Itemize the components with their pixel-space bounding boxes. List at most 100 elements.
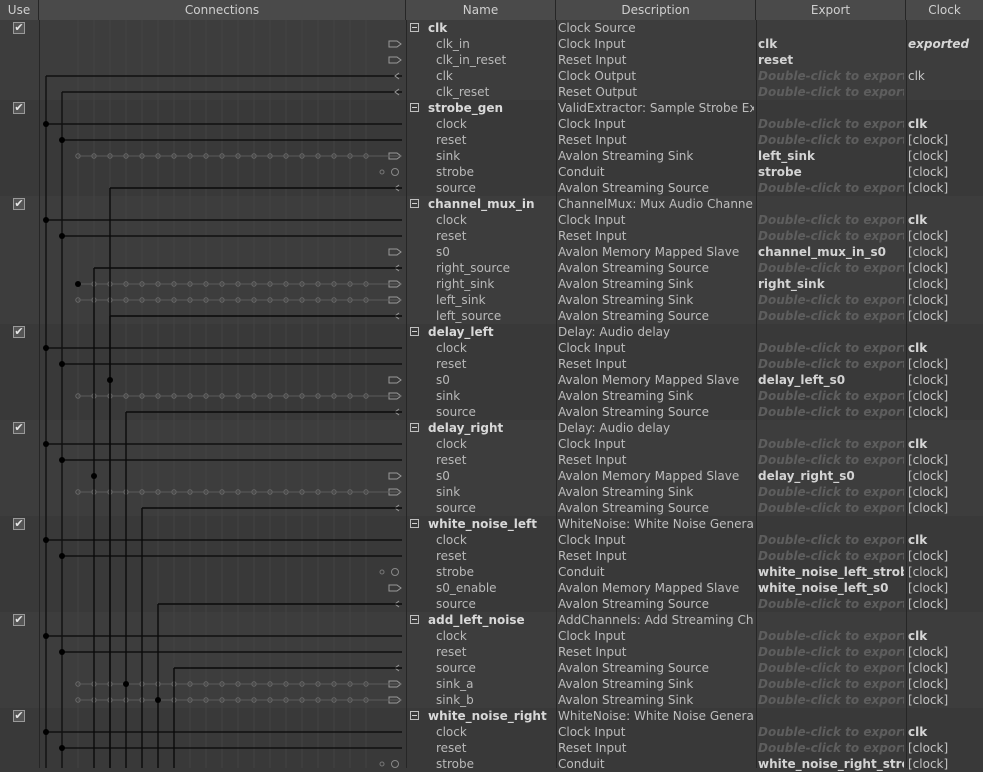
clock-cell[interactable]: clk	[908, 532, 983, 548]
interface-name[interactable]: reset	[410, 548, 554, 564]
export-cell[interactable]: Double-click to export	[758, 484, 904, 500]
export-cell[interactable]: Double-click to export	[758, 532, 904, 548]
use-checkbox[interactable]: ✔	[13, 614, 25, 626]
clock-cell[interactable]: exported	[908, 36, 983, 52]
column-header-clock[interactable]: Clock	[906, 0, 983, 20]
use-checkbox[interactable]: ✔	[13, 710, 25, 722]
clock-cell[interactable]: [clock]	[908, 692, 983, 708]
interface-name[interactable]: s0_enable	[410, 580, 554, 596]
export-cell[interactable]: Double-click to export	[758, 724, 904, 740]
interface-name[interactable]: sink_b	[410, 692, 554, 708]
clock-cell[interactable]: [clock]	[908, 228, 983, 244]
interface-name[interactable]: clock	[410, 116, 554, 132]
clock-cell[interactable]: clk	[908, 436, 983, 452]
clock-cell[interactable]: clk	[908, 68, 983, 84]
interface-name[interactable]: strobe	[410, 756, 554, 772]
clock-cell[interactable]: [clock]	[908, 132, 983, 148]
export-cell[interactable]: delay_right_s0	[758, 468, 904, 484]
clock-cell[interactable]	[908, 196, 983, 212]
export-cell[interactable]: Double-click to export	[758, 308, 904, 324]
export-cell[interactable]: Double-click to export	[758, 356, 904, 372]
use-checkbox[interactable]: ✔	[13, 422, 25, 434]
clock-cell[interactable]: [clock]	[908, 500, 983, 516]
export-cell[interactable]: Double-click to export	[758, 628, 904, 644]
use-checkbox[interactable]: ✔	[13, 518, 25, 530]
export-cell[interactable]: Double-click to export	[758, 340, 904, 356]
clock-cell[interactable]: [clock]	[908, 260, 983, 276]
export-cell[interactable]: Double-click to export	[758, 260, 904, 276]
clock-cell[interactable]: [clock]	[908, 580, 983, 596]
export-cell[interactable]	[758, 100, 904, 116]
clock-cell[interactable]: [clock]	[908, 756, 983, 772]
module-name[interactable]: delay_left	[410, 324, 572, 340]
export-cell[interactable]: Double-click to export	[758, 452, 904, 468]
interface-name[interactable]: source	[410, 596, 554, 612]
column-header-connections[interactable]: Connections	[39, 0, 406, 20]
interface-name[interactable]: reset	[410, 644, 554, 660]
export-cell[interactable]	[758, 516, 904, 532]
interface-name[interactable]: source	[410, 660, 554, 676]
interface-name[interactable]: clk_in_reset	[410, 52, 554, 68]
export-cell[interactable]: Double-click to export	[758, 692, 904, 708]
clock-cell[interactable]: [clock]	[908, 564, 983, 580]
column-header-use[interactable]: Use	[0, 0, 39, 20]
export-cell[interactable]: Double-click to export	[758, 676, 904, 692]
clock-cell[interactable]	[908, 84, 983, 100]
clock-cell[interactable]: clk	[908, 340, 983, 356]
interface-name[interactable]: reset	[410, 132, 554, 148]
use-checkbox[interactable]: ✔	[13, 22, 25, 34]
interface-name[interactable]: clk_reset	[410, 84, 554, 100]
export-cell[interactable]	[758, 708, 904, 724]
module-name[interactable]: channel_mux_in	[410, 196, 572, 212]
interface-name[interactable]: strobe	[410, 564, 554, 580]
export-cell[interactable]	[758, 612, 904, 628]
clock-cell[interactable]: [clock]	[908, 644, 983, 660]
clock-cell[interactable]: [clock]	[908, 468, 983, 484]
export-cell[interactable]: Double-click to export	[758, 132, 904, 148]
interface-name[interactable]: clock	[410, 436, 554, 452]
clock-cell[interactable]: [clock]	[908, 676, 983, 692]
clock-cell[interactable]: [clock]	[908, 484, 983, 500]
clock-cell[interactable]	[908, 612, 983, 628]
clock-cell[interactable]: [clock]	[908, 660, 983, 676]
interface-name[interactable]: clock	[410, 212, 554, 228]
clock-cell[interactable]	[908, 324, 983, 340]
clock-cell[interactable]: clk	[908, 628, 983, 644]
interface-name[interactable]: sink_a	[410, 676, 554, 692]
clock-cell[interactable]: [clock]	[908, 164, 983, 180]
clock-cell[interactable]: clk	[908, 116, 983, 132]
clock-cell[interactable]: [clock]	[908, 404, 983, 420]
export-cell[interactable]: reset	[758, 52, 904, 68]
interface-name[interactable]: s0	[410, 372, 554, 388]
interface-name[interactable]: right_source	[410, 260, 554, 276]
clock-cell[interactable]: [clock]	[908, 596, 983, 612]
interface-name[interactable]: strobe	[410, 164, 554, 180]
clock-cell[interactable]	[908, 20, 983, 36]
export-cell[interactable]: Double-click to export	[758, 500, 904, 516]
module-name[interactable]: white_noise_right	[410, 708, 572, 724]
clock-cell[interactable]: [clock]	[908, 148, 983, 164]
export-cell[interactable]: clk	[758, 36, 904, 52]
clock-cell[interactable]: [clock]	[908, 244, 983, 260]
clock-cell[interactable]	[908, 420, 983, 436]
export-cell[interactable]: left_sink	[758, 148, 904, 164]
interface-name[interactable]: clock	[410, 628, 554, 644]
export-cell[interactable]: Double-click to export	[758, 660, 904, 676]
clock-cell[interactable]: [clock]	[908, 276, 983, 292]
interface-name[interactable]: right_sink	[410, 276, 554, 292]
export-cell[interactable]: Double-click to export	[758, 84, 904, 100]
interface-name[interactable]: reset	[410, 452, 554, 468]
export-cell[interactable]: Double-click to export	[758, 180, 904, 196]
module-name[interactable]: delay_right	[410, 420, 572, 436]
clock-cell[interactable]: clk	[908, 212, 983, 228]
interface-name[interactable]: sink	[410, 484, 554, 500]
export-cell[interactable]: Double-click to export	[758, 404, 904, 420]
export-cell[interactable]: Double-click to export	[758, 436, 904, 452]
clock-cell[interactable]	[908, 100, 983, 116]
interface-name[interactable]: reset	[410, 356, 554, 372]
clock-cell[interactable]: [clock]	[908, 452, 983, 468]
export-cell[interactable]: Double-click to export	[758, 116, 904, 132]
export-cell[interactable]: channel_mux_in_s0	[758, 244, 904, 260]
interface-name[interactable]: clk_in	[410, 36, 554, 52]
connections-panel[interactable]	[39, 20, 406, 768]
